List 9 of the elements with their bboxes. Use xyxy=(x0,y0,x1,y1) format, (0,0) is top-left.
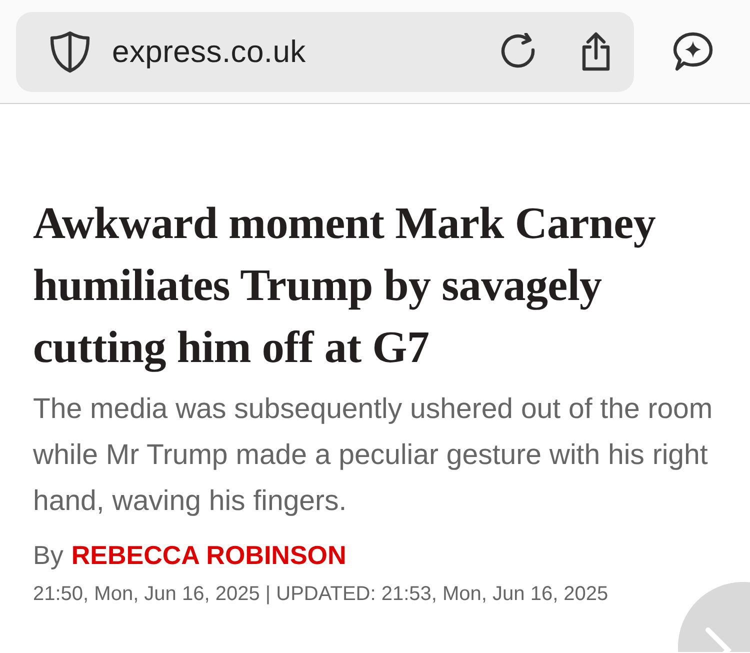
article-headline: Awkward moment Mark Carney humiliates Trump by savagely cutting him off at G7 xyxy=(33,197,657,374)
sparkle-chat-icon[interactable] xyxy=(672,30,714,72)
shield-icon[interactable] xyxy=(48,30,92,74)
url-text[interactable]: express.co.uk xyxy=(112,34,500,70)
address-bar[interactable]: express.co.uk xyxy=(16,12,634,92)
author-link[interactable]: REBECCA ROBINSON xyxy=(71,540,346,570)
byline-prefix: By xyxy=(33,540,64,570)
article-standfirst: The media was subsequently ushered out of the room while Mr Trump made a peculiar gesture with his right hand, waving his fingers. xyxy=(33,392,714,519)
article-timestamp: 21:50, Mon, Jun 16, 2025 | UPDATED: 21:53, Mon, Jun 16, 2025 xyxy=(33,582,610,606)
